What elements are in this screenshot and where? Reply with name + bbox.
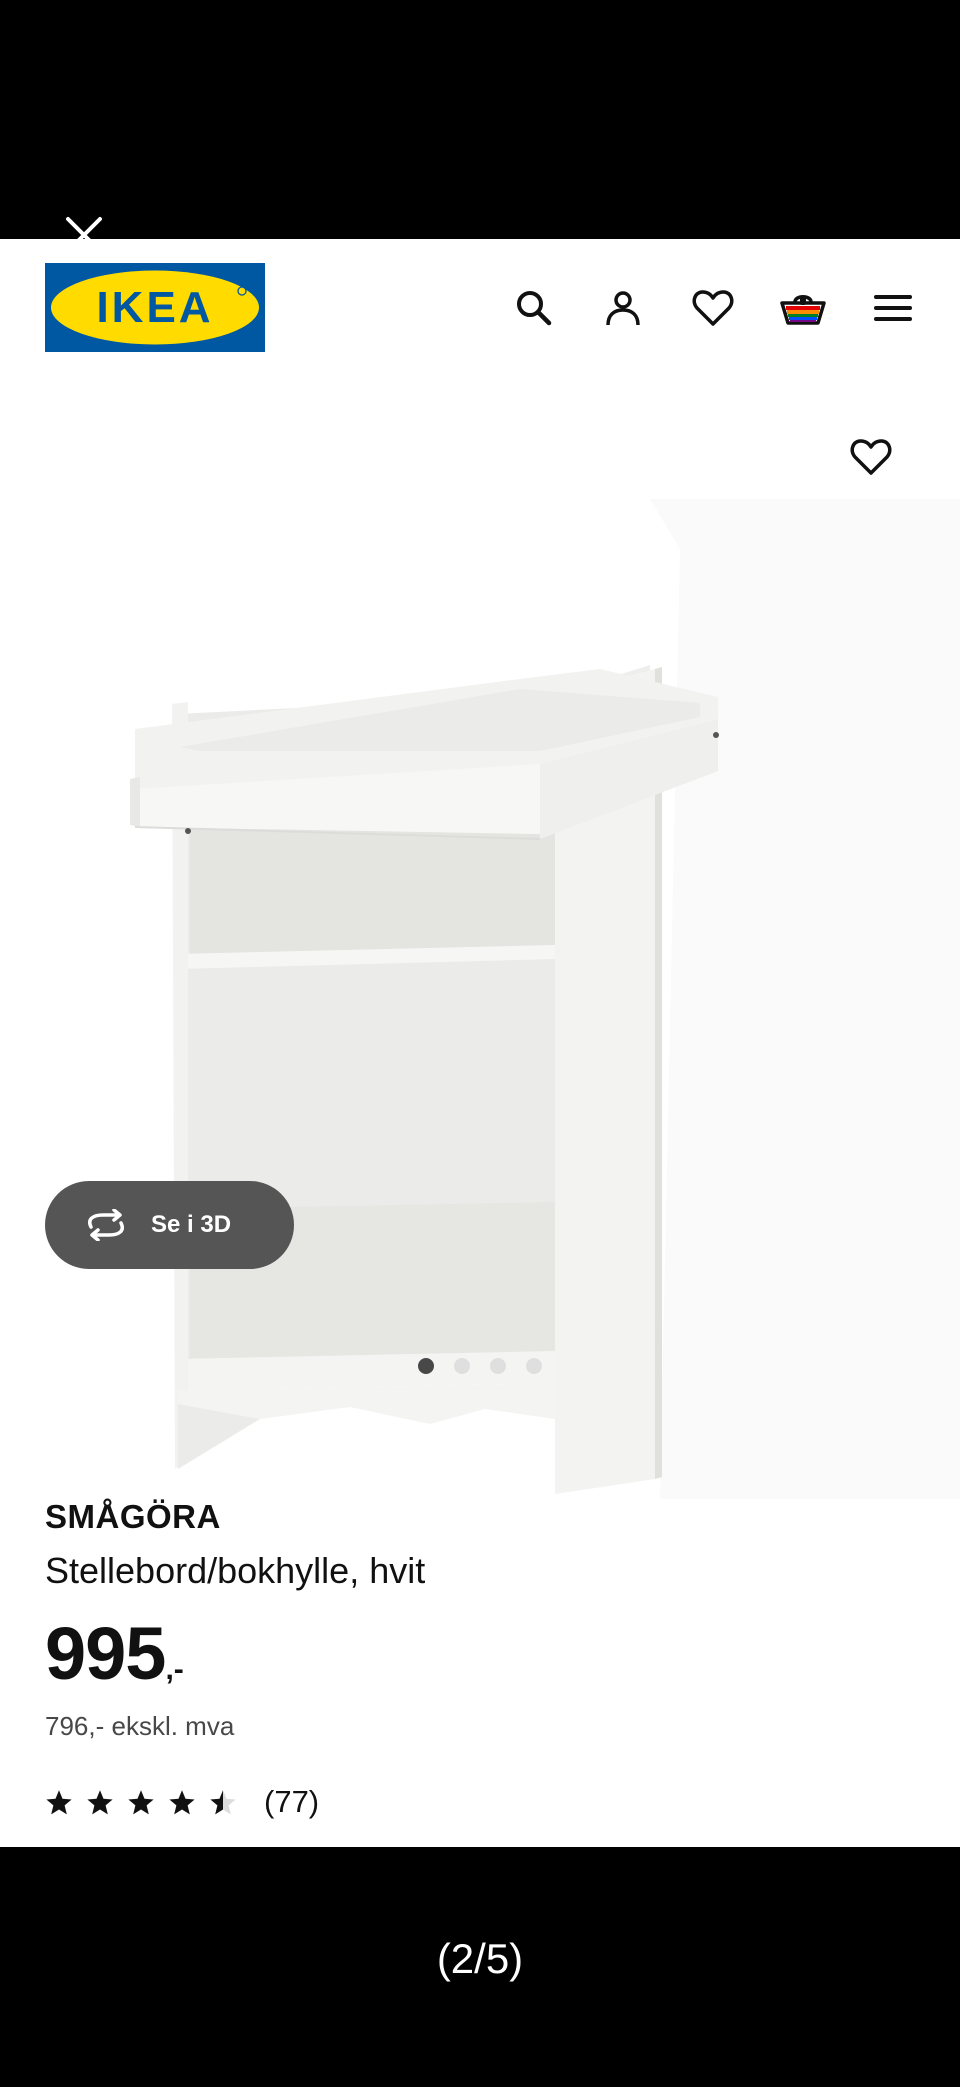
logo-text: IKEA [96,283,213,332]
product-description: Stellebord/bokhylle, hvit [45,1550,426,1591]
price-excluding-vat: 796,- ekskl. mva [45,1711,235,1741]
product-name: SMÅGÖRA [45,1498,221,1535]
star-icon [87,1789,113,1814]
search-icon [517,291,552,326]
price-amount: 995 [45,1612,166,1695]
heart-icon [692,290,734,326]
price-suffix: ,- [165,1653,184,1686]
carousel-pagination [0,1358,960,1374]
carousel-dot[interactable] [526,1358,542,1374]
wishlist-button[interactable] [688,283,738,333]
product-page: IKEA Se i 3D SMÅGÖRA Stellebord/bokhylle… [0,239,960,1847]
rotate-3d-icon [88,1209,124,1241]
star-icon [169,1789,195,1814]
account-button[interactable] [598,283,648,333]
star-icon [128,1789,154,1814]
product-price: 995,- [45,1611,184,1696]
product-image[interactable] [0,379,960,1559]
star-icon [46,1789,72,1814]
half-star-icon [210,1789,236,1814]
ikea-logo[interactable]: IKEA [45,263,265,352]
carousel-dot[interactable] [490,1358,506,1374]
heart-icon [850,439,892,475]
menu-button[interactable] [868,283,918,333]
product-rating[interactable]: (77) [45,1784,319,1820]
site-header: IKEA [0,239,960,379]
cart-icon [780,295,826,325]
cart-button[interactable] [778,283,828,333]
menu-icon [874,295,912,321]
user-icon [606,291,640,326]
view-in-3d-label: Se i 3D [151,1211,232,1238]
add-to-wishlist-button[interactable] [845,431,897,483]
image-counter: (2/5) [436,1935,524,1982]
view-in-3d-button[interactable]: Se i 3D [45,1181,294,1269]
reviews-count: (77) [264,1784,320,1819]
carousel-dot[interactable] [454,1358,470,1374]
search-button[interactable] [509,283,559,333]
carousel-dot[interactable] [418,1358,434,1374]
